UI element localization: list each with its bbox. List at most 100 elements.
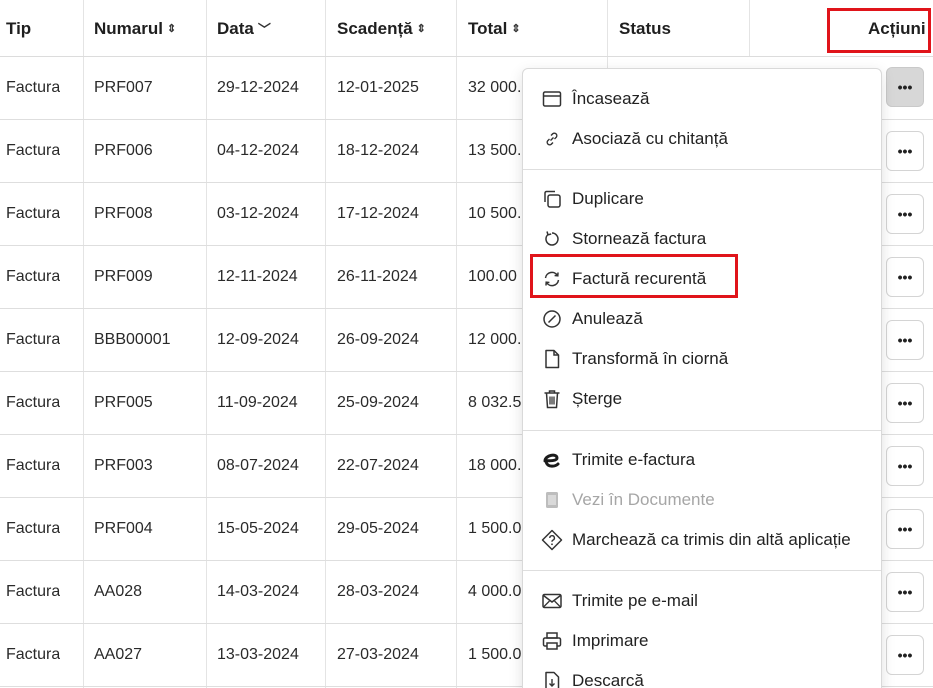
menu-item-label: Imprimare bbox=[572, 631, 649, 650]
chevron-down-icon[interactable]: ﹀ bbox=[258, 19, 271, 38]
row-actions-menu: Încasează Asociază cu chitanță Duplicare… bbox=[522, 68, 882, 688]
cell-data: 13-03-2024 bbox=[217, 646, 299, 663]
sort-icon[interactable]: ⇕ bbox=[417, 22, 426, 35]
cell-total: 100.00 bbox=[468, 268, 517, 285]
row-actions-button[interactable]: ••• bbox=[886, 635, 924, 675]
menu-item-vezi-documente: Vezi în Documente bbox=[523, 482, 881, 518]
cell-total: 32 000. bbox=[468, 79, 522, 96]
link-icon bbox=[541, 128, 563, 150]
cell-total: 8 032.5 bbox=[468, 394, 522, 411]
menu-item-sterge[interactable]: Șterge bbox=[523, 381, 881, 417]
row-actions-button[interactable]: ••• bbox=[886, 383, 924, 423]
cell-numar: PRF004 bbox=[94, 520, 153, 537]
cell-numar: PRF003 bbox=[94, 457, 153, 474]
cell-data: 04-12-2024 bbox=[217, 142, 299, 159]
menu-item-anuleaza[interactable]: Anulează bbox=[523, 301, 881, 337]
menu-item-marcheaza[interactable]: Marchează ca trimis din altă aplicație bbox=[523, 522, 881, 558]
header-data[interactable]: Data ﹀ bbox=[217, 0, 271, 57]
row-actions-button[interactable]: ••• bbox=[886, 257, 924, 297]
cell-data: 29-12-2024 bbox=[217, 79, 299, 96]
menu-item-label: Marchează ca trimis din altă aplicație bbox=[572, 530, 851, 549]
header-total[interactable]: Total ⇕ bbox=[468, 0, 521, 57]
row-actions-button[interactable]: ••• bbox=[886, 446, 924, 486]
card-icon bbox=[541, 88, 563, 110]
menu-item-transforma[interactable]: Transformă în ciornă bbox=[523, 341, 881, 377]
row-actions-button[interactable]: ••• bbox=[886, 572, 924, 612]
question-diamond-icon bbox=[541, 529, 563, 551]
cell-scadenta: 29-05-2024 bbox=[337, 520, 419, 537]
header-status: Status bbox=[619, 0, 671, 57]
menu-item-label: Stornează factura bbox=[572, 229, 707, 248]
cell-numar: PRF009 bbox=[94, 268, 153, 285]
menu-item-email[interactable]: Trimite pe e-mail bbox=[523, 583, 881, 619]
download-file-icon bbox=[541, 670, 563, 688]
menu-item-label: Trimite e-factura bbox=[572, 450, 696, 469]
menu-item-label: Transformă în ciornă bbox=[572, 349, 729, 368]
header-scadenta-label: Scadență bbox=[337, 18, 413, 38]
cell-total: 10 500. bbox=[468, 205, 522, 222]
cell-scadenta: 22-07-2024 bbox=[337, 457, 419, 474]
menu-item-label: Vezi în Documente bbox=[572, 490, 715, 509]
cell-tip: Factura bbox=[6, 583, 61, 600]
menu-item-label: Anulează bbox=[572, 309, 643, 328]
cell-numar: PRF005 bbox=[94, 394, 153, 411]
header-data-label: Data bbox=[217, 18, 254, 38]
trash-icon bbox=[541, 388, 563, 410]
menu-divider bbox=[523, 570, 881, 571]
envelope-icon bbox=[541, 590, 563, 612]
cell-tip: Factura bbox=[6, 79, 61, 96]
menu-item-label: Descarcă bbox=[572, 671, 644, 688]
menu-item-storneaza[interactable]: Stornează factura bbox=[523, 221, 881, 257]
cell-total: 1 500.0 bbox=[468, 646, 522, 663]
document-icon bbox=[541, 348, 563, 370]
header-tip-label: Tip bbox=[6, 18, 32, 38]
row-actions-button[interactable]: ••• bbox=[886, 131, 924, 171]
header-numarul[interactable]: Numarul ⇕ bbox=[94, 0, 176, 57]
row-actions-button[interactable]: ••• bbox=[886, 67, 924, 107]
cell-data: 14-03-2024 bbox=[217, 583, 299, 600]
cell-numar: AA028 bbox=[94, 583, 143, 600]
cell-scadenta: 12-01-2025 bbox=[337, 79, 419, 96]
cell-total: 4 000.0 bbox=[468, 583, 522, 600]
cell-tip: Factura bbox=[6, 331, 61, 348]
cell-scadenta: 26-11-2024 bbox=[337, 268, 418, 285]
menu-item-duplicare[interactable]: Duplicare bbox=[523, 181, 881, 217]
sort-icon[interactable]: ⇕ bbox=[167, 22, 176, 35]
header-scadenta[interactable]: Scadență ⇕ bbox=[337, 0, 426, 57]
cell-data: 12-09-2024 bbox=[217, 331, 299, 348]
cell-total: 18 000. bbox=[468, 457, 522, 474]
menu-item-imprimare[interactable]: Imprimare bbox=[523, 623, 881, 659]
cell-total: 12 000. bbox=[468, 331, 522, 348]
row-actions-button[interactable]: ••• bbox=[886, 194, 924, 234]
cell-numar: BBB00001 bbox=[94, 331, 171, 348]
menu-item-incaseaza[interactable]: Încasează bbox=[523, 81, 881, 117]
cell-numar: PRF006 bbox=[94, 142, 153, 159]
cell-tip: Factura bbox=[6, 142, 61, 159]
cell-tip: Factura bbox=[6, 520, 61, 537]
sort-icon[interactable]: ⇕ bbox=[511, 22, 520, 35]
header-tip: Tip bbox=[6, 0, 31, 57]
header-numarul-label: Numarul bbox=[94, 18, 163, 38]
folder-document-icon bbox=[541, 489, 563, 511]
efactura-icon bbox=[541, 449, 563, 471]
cell-scadenta: 17-12-2024 bbox=[337, 205, 419, 222]
header-status-label: Status bbox=[619, 18, 671, 38]
menu-item-label: Încasează bbox=[572, 89, 650, 108]
menu-divider bbox=[523, 169, 881, 170]
cell-data: 11-09-2024 bbox=[217, 394, 298, 411]
row-actions-button[interactable]: ••• bbox=[886, 320, 924, 360]
cell-scadenta: 18-12-2024 bbox=[337, 142, 419, 159]
cell-tip: Factura bbox=[6, 646, 61, 663]
recurenta-highlight-box bbox=[530, 254, 738, 298]
cell-scadenta: 26-09-2024 bbox=[337, 331, 419, 348]
cell-scadenta: 28-03-2024 bbox=[337, 583, 419, 600]
cell-tip: Factura bbox=[6, 394, 61, 411]
menu-item-descarca[interactable]: Descarcă bbox=[523, 663, 881, 688]
cell-data: 08-07-2024 bbox=[217, 457, 299, 474]
cell-scadenta: 25-09-2024 bbox=[337, 394, 419, 411]
menu-item-efactura[interactable]: Trimite e-factura bbox=[523, 442, 881, 478]
cell-tip: Factura bbox=[6, 268, 61, 285]
row-actions-button[interactable]: ••• bbox=[886, 509, 924, 549]
menu-item-asociaza[interactable]: Asociază cu chitanță bbox=[523, 121, 881, 157]
undo-circle-icon bbox=[541, 228, 563, 250]
